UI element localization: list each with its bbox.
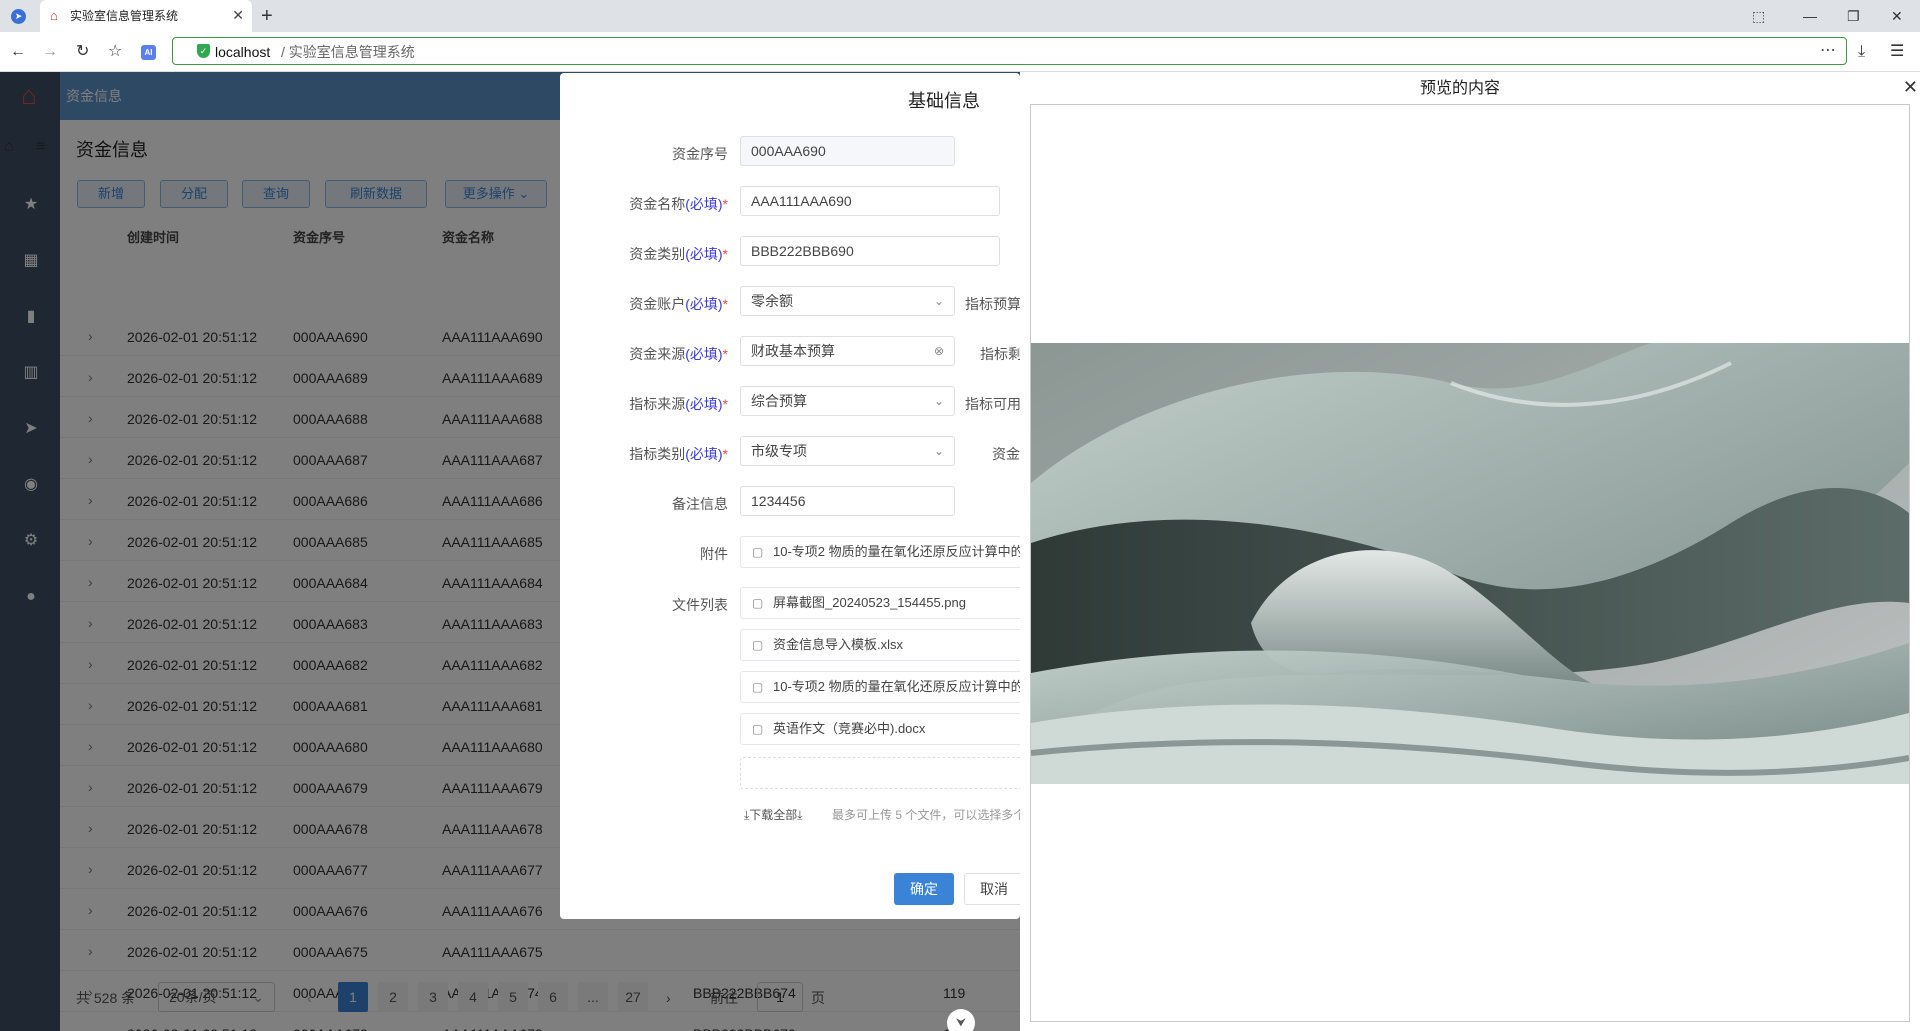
- basic-info-dialog: 基础信息 资金序号 000AAA690 资金名称(必填)* AAA111AAA6…: [560, 73, 1020, 919]
- file-name: 资金信息导入模板.xlsx: [773, 637, 904, 652]
- cancel-button[interactable]: 取消: [964, 873, 1020, 905]
- download-icon[interactable]: ⤓: [1858, 41, 1865, 63]
- scroll-down-icon[interactable]: ⮟: [947, 1009, 975, 1031]
- side-label: 资金: [992, 446, 1020, 462]
- field-label-text: 资金来源: [629, 346, 686, 362]
- fund-name-label: 资金名称(必填)*: [629, 196, 728, 212]
- side-label: 指标剩: [980, 346, 1020, 362]
- field-label-text: 资金账户: [629, 296, 686, 312]
- house-icon: ⌂: [50, 8, 58, 23]
- account-select[interactable]: 零余额 ⌄: [740, 286, 955, 316]
- field-label-text: 资金名称: [629, 196, 686, 212]
- chevron-down-icon: ⌄: [933, 444, 944, 458]
- field-label-text: 指标来源: [629, 396, 686, 412]
- account-label: 资金账户(必填)*: [629, 296, 728, 312]
- attachment-item[interactable]: ▢ 10-专项2 物质的量在氧化还原反应计算中的: [740, 536, 1020, 568]
- index-source-value: 综合预算: [751, 393, 807, 409]
- preview-title: 预览的内容: [1419, 80, 1500, 97]
- document-icon: ▢: [752, 722, 764, 736]
- browser-tab[interactable]: ⌂ 实验室信息管理系统 ✕: [40, 0, 252, 32]
- chevron-down-icon: ⌄: [933, 294, 944, 308]
- remark-field[interactable]: 1234456: [740, 486, 955, 516]
- required-tag: (必填): [685, 196, 723, 212]
- side-label: 指标预算: [965, 296, 1020, 312]
- file-list-label: 文件列表: [672, 597, 728, 613]
- confirm-button[interactable]: 确定: [894, 873, 954, 905]
- remark-label: 备注信息: [672, 496, 728, 512]
- source-select[interactable]: 财政基本预算 ⊗: [740, 336, 955, 366]
- shield-icon: ✓: [197, 44, 210, 58]
- file-name: 英语作文（竞赛必中).docx: [773, 721, 926, 736]
- close-icon[interactable]: ✕: [1903, 76, 1918, 98]
- tab-title: 实验室信息管理系统: [70, 9, 179, 23]
- index-category-value: 市级专项: [751, 443, 807, 459]
- account-value: 零余额: [751, 293, 793, 309]
- document-icon: ▢: [752, 680, 764, 694]
- required-tag: (必填): [685, 296, 723, 312]
- index-category-label: 指标类别(必填)*: [629, 446, 728, 462]
- dialog-title: 基础信息: [908, 91, 980, 111]
- source-label: 资金来源(必填)*: [629, 346, 728, 362]
- preview-drawer: 预览的内容 ✕: [1020, 72, 1920, 1031]
- source-value: 财政基本预算: [751, 343, 835, 359]
- close-icon[interactable]: ✕: [232, 7, 244, 23]
- file-item[interactable]: ▢ 英语作文（竞赛必中).docx: [740, 713, 1020, 745]
- attachment-name: 10-专项2 物质的量在氧化还原反应计算中的: [773, 544, 1020, 559]
- index-source-label: 指标来源(必填)*: [629, 396, 728, 412]
- reload-icon[interactable]: ↻: [76, 41, 89, 63]
- attachment-label: 附件: [700, 546, 728, 562]
- preview-frame: [1030, 104, 1910, 1022]
- required-tag: (必填): [685, 446, 723, 462]
- fund-no-label: 资金序号: [672, 146, 728, 162]
- restore-icon[interactable]: ❐: [1847, 6, 1860, 26]
- fund-no-field[interactable]: 000AAA690: [740, 136, 955, 166]
- file-item[interactable]: ▢ 10-专项2 物质的量在氧化还原反应计算中的: [740, 671, 1020, 703]
- field-label-text: 资金类别: [629, 246, 686, 262]
- index-category-select[interactable]: 市级专项 ⌄: [740, 436, 955, 466]
- fund-category-field[interactable]: BBB222BBB690: [740, 236, 1000, 266]
- file-name: 10-专项2 物质的量在氧化还原反应计算中的: [773, 679, 1020, 694]
- fund-name-field[interactable]: AAA111AAA690: [740, 186, 1000, 216]
- more-icon[interactable]: ⋯: [1820, 41, 1836, 61]
- fund-category-label: 资金类别(必填)*: [629, 246, 728, 262]
- field-label-text: 指标类别: [629, 446, 686, 462]
- document-icon: ▢: [752, 545, 764, 559]
- file-item[interactable]: ▢ 资金信息导入模板.xlsx: [740, 629, 1020, 661]
- shirt-icon[interactable]: ⬚: [1752, 6, 1765, 26]
- download-all-link[interactable]: ⤓下载全部⤓: [744, 807, 803, 823]
- browser-navbar: ← → ↻ ☆ AI ✓ localhost / 实验室信息管理系统 ⋯ ⤓ ☰: [0, 32, 1920, 72]
- clear-icon[interactable]: ⊗: [934, 337, 944, 365]
- menu-icon[interactable]: ☰: [1890, 41, 1904, 63]
- back-icon[interactable]: ←: [10, 41, 26, 63]
- url-path: / 实验室信息管理系统: [281, 44, 415, 60]
- ai-extension-icon[interactable]: AI: [141, 45, 156, 60]
- upload-drop-area[interactable]: [740, 757, 1020, 789]
- file-name: 屏幕截图_20240523_154455.png: [773, 595, 966, 610]
- preview-image: [1031, 343, 1909, 784]
- url-host: localhost: [215, 44, 271, 60]
- document-icon: ▢: [752, 596, 764, 610]
- new-tab-icon[interactable]: +: [261, 4, 273, 28]
- window-close-icon[interactable]: ✕: [1891, 6, 1903, 26]
- browser-tabbar: ➤ ⌂ 实验室信息管理系统 ✕ + ⬚ — ❐ ✕: [0, 0, 1920, 32]
- address-bar[interactable]: ✓ localhost / 实验室信息管理系统 ⋯: [172, 37, 1847, 65]
- browser-logo-icon[interactable]: ➤: [11, 9, 26, 24]
- chevron-down-icon: ⌄: [933, 394, 944, 408]
- file-item[interactable]: ▢ 屏幕截图_20240523_154455.png: [740, 587, 1020, 619]
- forward-icon[interactable]: →: [42, 41, 58, 63]
- document-icon: ▢: [752, 638, 764, 652]
- required-tag: (必填): [685, 396, 723, 412]
- required-tag: (必填): [685, 346, 723, 362]
- index-source-select[interactable]: 综合预算 ⌄: [740, 386, 955, 416]
- minimize-icon[interactable]: —: [1803, 6, 1817, 26]
- side-label: 指标可用: [965, 396, 1020, 412]
- required-tag: (必填): [685, 246, 723, 262]
- upload-tip: 最多可上传 5 个文件，可以选择多个: [832, 808, 1020, 822]
- star-icon[interactable]: ☆: [108, 41, 122, 63]
